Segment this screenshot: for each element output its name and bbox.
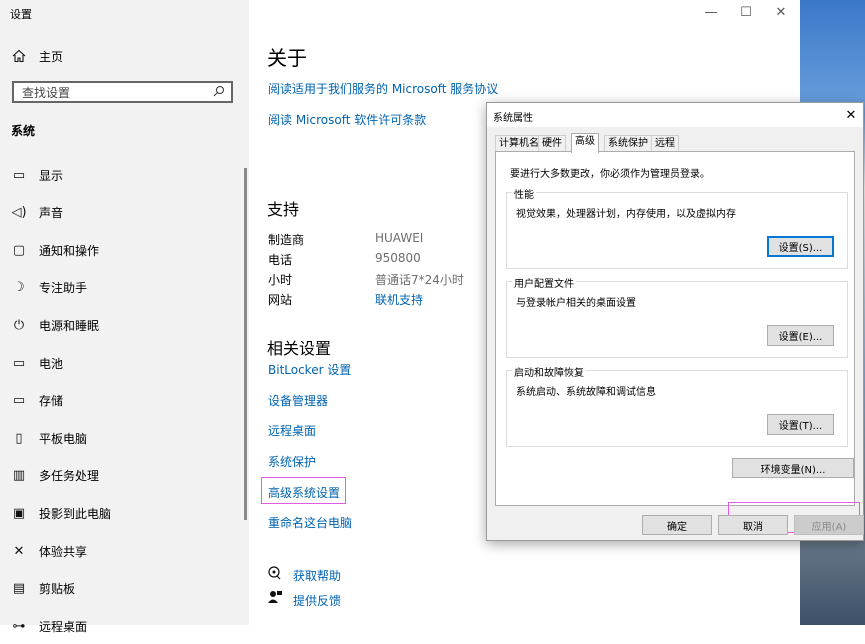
sidebar: 设置 主页 系统 ▭ 显示 ◁) 声音 ▢ 通知和操作 ☽ 专注助手 ⏻ 电源和睡眠 ▭ 电池 ▭ 存储 ▯… xyxy=(0,0,249,634)
sidebar-item-label: 投影到此电脑 xyxy=(39,506,112,521)
link-service-agreement[interactable]: 阅读适用于我们服务的 Microsoft 服务协议 xyxy=(268,80,498,97)
link-rename-pc[interactable]: 重命名这台电脑 xyxy=(268,514,352,531)
user-profiles-settings-button[interactable]: 设置(E)... xyxy=(767,325,834,346)
apply-button[interactable]: 应用(A) xyxy=(794,515,864,535)
sidebar-item-clipboard[interactable]: ▤ 剪贴板 xyxy=(0,571,249,607)
sidebar-item-label: 平板电脑 xyxy=(39,431,88,446)
group-user-profiles: 用户配置文件 与登录帐户相关的桌面设置 设置(E)... xyxy=(506,275,848,358)
sidebar-item-label: 电池 xyxy=(39,356,64,371)
sidebar-item-label: 远程桌面 xyxy=(39,619,88,634)
home-icon xyxy=(11,48,27,64)
ok-button[interactable]: 确定 xyxy=(642,515,712,535)
sidebar-item-project[interactable]: ▣ 投影到此电脑 xyxy=(0,495,249,531)
group-title: 性能 xyxy=(512,186,536,201)
group-description: 视觉效果，处理器计划，内存使用，以及虚拟内存 xyxy=(516,209,736,220)
sidebar-item-tablet[interactable]: ▯ 平板电脑 xyxy=(0,420,249,456)
dialog-title: 系统属性 xyxy=(493,113,533,124)
sidebar-item-storage[interactable]: ▭ 存储 xyxy=(0,383,249,419)
tablet-icon: ▯ xyxy=(15,430,23,446)
tab-system-protection[interactable]: 系统保护 xyxy=(604,135,652,151)
help-chat-icon xyxy=(268,566,282,580)
section-title-system: 系统 xyxy=(11,124,36,138)
sidebar-item-label: 电源和睡眠 xyxy=(39,318,100,333)
sidebar-item-label: 显示 xyxy=(39,168,64,183)
sidebar-item-share[interactable]: ✕ 体验共享 xyxy=(0,533,249,569)
search-input[interactable] xyxy=(22,85,202,101)
sidebar-item-battery[interactable]: ▭ 电池 xyxy=(0,345,249,381)
support-key-hours: 小时 xyxy=(268,273,293,287)
section-title-support: 支持 xyxy=(267,200,300,219)
tab-advanced[interactable]: 高级 xyxy=(571,133,599,153)
link-get-help[interactable]: 获取帮助 xyxy=(293,567,341,584)
tab-hardware[interactable]: 硬件 xyxy=(538,135,566,151)
link-give-feedback[interactable]: 提供反馈 xyxy=(293,592,341,609)
support-key-manufacturer: 制造商 xyxy=(268,233,305,247)
speaker-icon: ◁) xyxy=(11,205,27,221)
project-icon: ▣ xyxy=(12,505,26,521)
sidebar-item-label: 通知和操作 xyxy=(39,243,100,258)
cancel-button[interactable]: 取消 xyxy=(718,515,788,535)
tab-panel-advanced: 要进行大多数更改，你必须作为管理员登录。 性能 视觉效果，处理器计划，内存使用，… xyxy=(495,151,860,533)
group-title: 用户配置文件 xyxy=(512,275,576,290)
sidebar-item-label: 体验共享 xyxy=(39,544,88,559)
sidebar-item-label: 剪贴板 xyxy=(39,582,76,597)
sidebar-item-remote-desktop[interactable]: ⊶ 远程桌面 xyxy=(0,608,249,644)
sidebar-item-label: 存储 xyxy=(39,394,64,409)
power-icon: ⏻ xyxy=(13,317,25,333)
link-license-terms[interactable]: 阅读 Microsoft 软件许可条款 xyxy=(268,111,426,128)
search-box[interactable] xyxy=(12,81,233,103)
multitask-icon: ▥ xyxy=(12,468,26,484)
remote-desktop-icon: ⊶ xyxy=(12,618,26,634)
performance-settings-button[interactable]: 设置(S)... xyxy=(767,236,834,257)
clipboard-icon: ▤ xyxy=(12,581,26,597)
section-title-related: 相关设置 xyxy=(267,339,332,358)
dialog-close-button[interactable]: ✕ xyxy=(841,105,861,125)
link-system-protection[interactable]: 系统保护 xyxy=(268,453,316,470)
link-device-manager[interactable]: 设备管理器 xyxy=(268,392,328,409)
sidebar-item-label: 专注助手 xyxy=(39,281,88,296)
support-value-phone: 950800 xyxy=(375,251,421,265)
dialog-titlebar[interactable]: 系统属性 ✕ xyxy=(487,103,863,127)
group-description: 与登录帐户相关的桌面设置 xyxy=(516,298,636,309)
support-link-online[interactable]: 联机支持 xyxy=(375,291,423,308)
sidebar-item-label: 多任务处理 xyxy=(39,469,100,484)
display-icon: ▭ xyxy=(12,167,26,183)
share-icon: ✕ xyxy=(13,543,25,559)
sidebar-item-label: 主页 xyxy=(39,49,64,64)
environment-variables-button[interactable]: 环境变量(N)... xyxy=(732,458,854,478)
tab-remote[interactable]: 远程 xyxy=(651,135,679,151)
search-icon[interactable] xyxy=(213,85,225,97)
admin-note: 要进行大多数更改，你必须作为管理员登录。 xyxy=(510,169,710,180)
page-title: 关于 xyxy=(267,46,307,70)
support-value-hours: 普通话7*24小时 xyxy=(375,273,464,287)
link-bitlocker[interactable]: BitLocker 设置 xyxy=(268,361,351,378)
sidebar-item-home[interactable]: 主页 xyxy=(0,38,249,74)
group-title: 启动和故障恢复 xyxy=(512,364,586,379)
sidebar-scrollbar[interactable] xyxy=(244,168,247,520)
notification-icon: ▢ xyxy=(12,242,26,258)
moon-icon: ☽ xyxy=(13,280,25,296)
group-performance: 性能 视觉效果，处理器计划，内存使用，以及虚拟内存 设置(S)... xyxy=(506,186,848,269)
support-key-website: 网站 xyxy=(268,293,293,307)
system-properties-dialog: 系统属性 ✕ 计算机名 硬件 高级 系统保护 远程 要进行大多数更改，你必须作为… xyxy=(486,102,864,541)
sidebar-item-notification[interactable]: ▢ 通知和操作 xyxy=(0,232,249,268)
link-remote-desktop[interactable]: 远程桌面 xyxy=(268,422,316,439)
sidebar-item-multitask[interactable]: ▥ 多任务处理 xyxy=(0,458,249,494)
feedback-icon xyxy=(268,590,282,604)
support-value-manufacturer: HUAWEI xyxy=(375,231,424,245)
support-key-phone: 电话 xyxy=(268,253,293,267)
startup-recovery-settings-button[interactable]: 设置(T)... xyxy=(767,414,834,435)
sidebar-item-display[interactable]: ▭ 显示 xyxy=(0,157,249,193)
sidebar-item-power[interactable]: ⏻ 电源和睡眠 xyxy=(0,307,249,343)
app-title: 设置 xyxy=(10,8,32,21)
sidebar-item-label: 声音 xyxy=(39,206,64,221)
sidebar-item-moon[interactable]: ☽ 专注助手 xyxy=(0,270,249,306)
link-advanced-system-settings[interactable]: 高级系统设置 xyxy=(268,484,340,501)
tab-computer-name[interactable]: 计算机名 xyxy=(495,135,543,151)
sidebar-item-speaker[interactable]: ◁) 声音 xyxy=(0,195,249,231)
storage-icon: ▭ xyxy=(12,393,26,409)
group-description: 系统启动、系统故障和调试信息 xyxy=(516,387,656,398)
battery-icon: ▭ xyxy=(12,355,26,371)
group-startup-recovery: 启动和故障恢复 系统启动、系统故障和调试信息 设置(T)... xyxy=(506,364,848,447)
